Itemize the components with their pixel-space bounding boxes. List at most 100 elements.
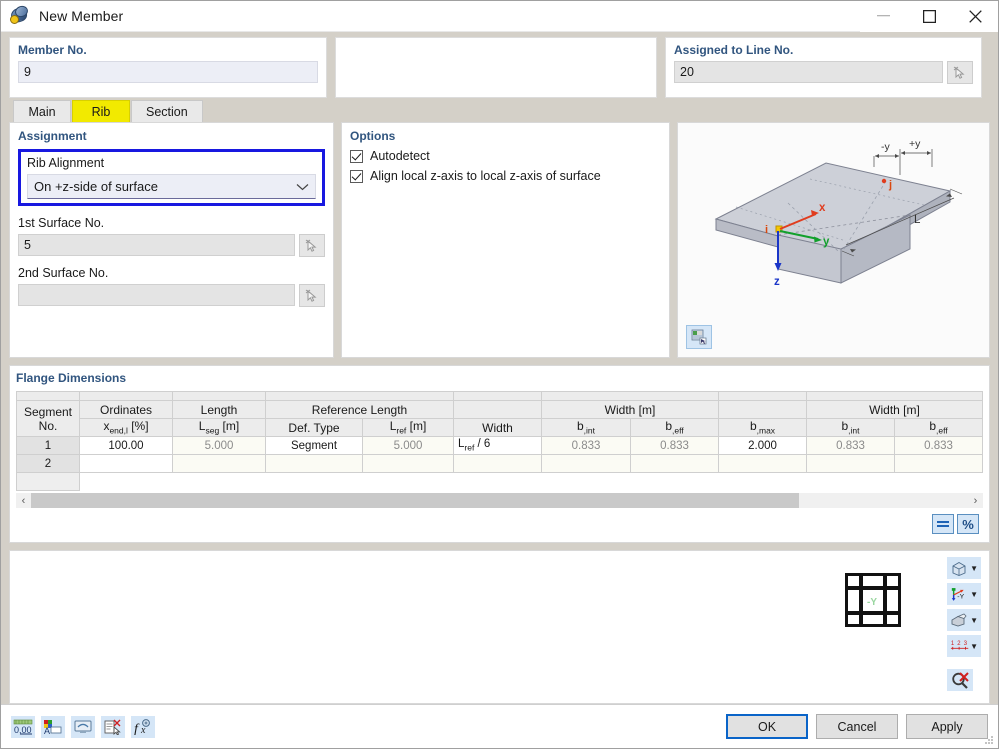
option-autodetect[interactable]: Autodetect: [350, 149, 661, 163]
cancel-button[interactable]: Cancel: [816, 714, 898, 739]
preview-node-i-label: i: [765, 224, 768, 236]
preview-axis-x-label: x: [819, 202, 826, 214]
member-no-input[interactable]: 9: [18, 61, 318, 83]
tab-section[interactable]: Section: [131, 100, 203, 122]
percent-icon[interactable]: %: [957, 514, 979, 534]
window-title: New Member: [39, 8, 124, 24]
resize-grip[interactable]: [983, 734, 995, 746]
tab-main[interactable]: Main: [13, 100, 71, 122]
surface2-label: 2nd Surface No.: [18, 266, 109, 280]
rib-alignment-label: Rib Alignment: [27, 156, 105, 170]
group-spacer-5: [541, 391, 719, 401]
option-align-z-axis[interactable]: Align local z-axis to local z-axis of su…: [350, 169, 661, 183]
table-row[interactable]: 2: [16, 454, 983, 473]
col-bmax: b,max: [718, 418, 807, 437]
tab-content: Assignment Rib Alignment On +z-side of s…: [9, 122, 990, 704]
pick-cursor-icon[interactable]: [299, 284, 325, 307]
tab-rib[interactable]: Rib: [72, 100, 130, 122]
zoom-reset-icon[interactable]: [947, 669, 973, 691]
row-2-bmax[interactable]: [718, 454, 807, 473]
row-1-bmax[interactable]: 2.000: [718, 436, 807, 455]
checkbox-align-z-axis[interactable]: [350, 169, 363, 183]
col-width-spacer: [453, 400, 542, 419]
middle-empty-group: [335, 37, 657, 98]
row-2-bint-2: [806, 454, 895, 473]
row-2-beff-2: [894, 454, 983, 473]
rib-alignment-group: Rib Alignment On +z-side of surface: [18, 149, 325, 206]
pick-cursor-icon[interactable]: [299, 234, 325, 257]
colors-icon[interactable]: A: [41, 715, 65, 738]
decimal-places-icon[interactable]: 0,00: [11, 715, 35, 738]
render-mode-icon[interactable]: ▼: [947, 609, 981, 631]
axes-system-icon[interactable]: -Y ▼: [947, 583, 981, 605]
option-align-z-axis-label: Align local z-axis to local z-axis of su…: [370, 169, 601, 183]
col-segment-bottom: No.: [38, 418, 58, 433]
preview-axis-y-label: y: [823, 236, 830, 248]
svg-text:1: 1: [951, 641, 954, 647]
group-spacer-6: [718, 391, 807, 401]
rib-alignment-value: On +z-side of surface: [34, 179, 158, 194]
render-settings-icon[interactable]: [686, 325, 712, 349]
surface1-input[interactable]: 5: [18, 234, 295, 256]
scroll-right-arrow-icon[interactable]: ›: [968, 493, 983, 508]
view-3d-icon[interactable]: ▼: [947, 557, 981, 579]
chevron-down-icon[interactable]: ▼: [970, 616, 978, 625]
table-horizontal-scrollbar[interactable]: ‹ ›: [16, 493, 983, 508]
col-segment-no: Segment No.: [16, 400, 80, 437]
scroll-track[interactable]: [31, 493, 968, 508]
checkbox-autodetect[interactable]: [350, 149, 363, 163]
surface2-input[interactable]: [18, 284, 295, 306]
chevron-down-icon[interactable]: ▼: [970, 642, 978, 651]
row-1-def-type[interactable]: Segment: [265, 436, 363, 455]
col-lref-unit: Lref [m]: [362, 418, 454, 437]
ok-button[interactable]: OK: [726, 714, 808, 739]
display-icon[interactable]: [71, 715, 95, 738]
options-panel: Options Autodetect Align local z-axis to…: [341, 122, 670, 358]
chevron-down-icon[interactable]: ▼: [970, 564, 978, 573]
window-controls: [860, 0, 998, 32]
table-row[interactable]: 1 100.00 5.000 Segment 5.000 Lref / 6 0.…: [16, 436, 983, 455]
maximize-button[interactable]: [906, 0, 952, 32]
preview-length-label: L: [914, 214, 921, 226]
row-2-beff-1: [630, 454, 719, 473]
apply-button[interactable]: Apply: [906, 714, 988, 739]
formula-icon[interactable]: f x: [131, 715, 155, 738]
pick-cursor-icon[interactable]: [947, 61, 973, 84]
col-segment-top: Segment: [23, 404, 73, 419]
new-member-dialog: New Member Member No. 9 Assigned to Line…: [0, 0, 999, 749]
rib-geometry-drawing: -y +y L i j x y z: [714, 138, 963, 288]
group-spacer-7: [806, 391, 983, 401]
flange-dimensions-table: Segment No. Ordinates Length Reference L…: [16, 391, 983, 491]
svg-text:2: 2: [957, 641, 960, 647]
svg-text:-Y: -Y: [957, 594, 964, 601]
rib-alignment-select[interactable]: On +z-side of surface: [27, 174, 316, 199]
group-spacer-3: [265, 391, 454, 401]
assigned-line-input[interactable]: 20: [674, 61, 943, 83]
clear-info-icon[interactable]: [101, 715, 125, 738]
row-1-width[interactable]: Lref / 6: [453, 436, 542, 455]
options-title: Options: [350, 129, 396, 143]
col-length-top: Length: [172, 400, 266, 419]
close-button[interactable]: [952, 0, 998, 32]
row-2-ordinates[interactable]: [79, 454, 173, 473]
row-3-no: [16, 472, 80, 491]
chevron-down-icon[interactable]: ▼: [970, 590, 978, 599]
equalize-icon[interactable]: [932, 514, 954, 534]
row-1-bint-2: 0.833: [806, 436, 895, 455]
preview-axis-z-label: z: [774, 276, 780, 288]
group-width-2: Width [m]: [806, 400, 983, 419]
minimize-button[interactable]: [860, 0, 906, 32]
scroll-left-arrow-icon[interactable]: ‹: [16, 493, 31, 508]
row-2-def-type[interactable]: [265, 454, 363, 473]
top-fields-strip: Member No. 9 Assigned to Line No. 20: [1, 32, 998, 98]
col-bmax-spacer: [718, 400, 807, 419]
row-1-ordinates[interactable]: 100.00: [79, 436, 173, 455]
col-width: Width: [453, 418, 542, 437]
section-view-buttons: ▼ -Y ▼ ▼ 1 2 3 ▼: [947, 557, 981, 691]
row-1-beff-2: 0.833: [894, 436, 983, 455]
col-length-unit: Lseg [m]: [172, 418, 266, 437]
scroll-thumb[interactable]: [31, 493, 800, 508]
row-2-no: 2: [16, 454, 80, 473]
numbering-icon[interactable]: 1 2 3 ▼: [947, 635, 981, 657]
row-2-width[interactable]: [453, 454, 542, 473]
